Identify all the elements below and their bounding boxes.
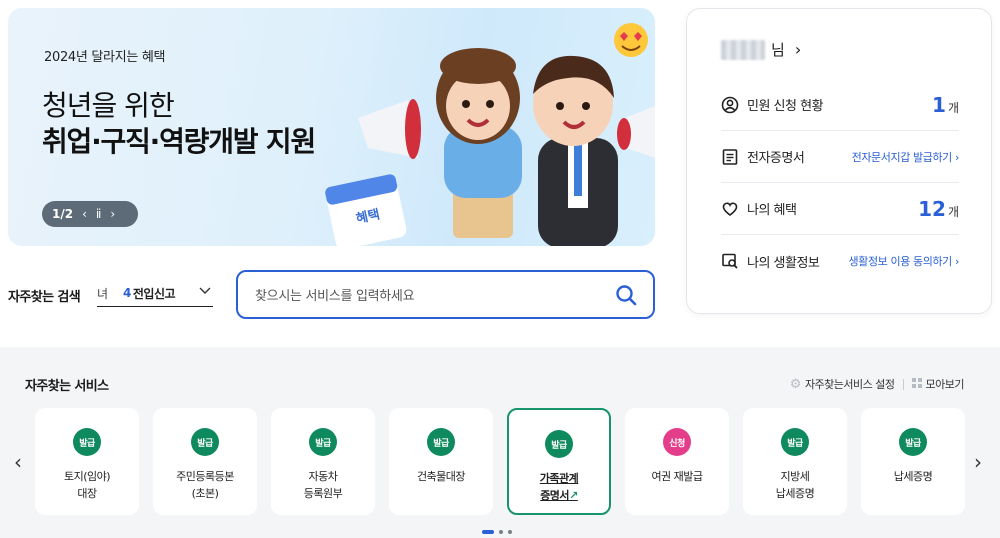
service-name: 자동차 등록원부 <box>303 470 343 500</box>
external-link-icon: ↗ <box>569 489 578 502</box>
profile-panel: 님 › 민원 신청 현황 1개 전자증명서 전자문서지갑 발급하기 › 나의 혜… <box>686 8 992 314</box>
service-name: 건축물대장 <box>416 470 466 483</box>
service-name: 토지(임야) 대장 <box>63 470 111 500</box>
user-name-blurred <box>721 39 765 60</box>
carousel-dot[interactable] <box>499 530 503 534</box>
chevron-right-icon: › <box>794 40 802 59</box>
hero-banner[interactable]: 2024년 달라지는 혜택 청년을 위한 취업·구직·역량개발 지원 혜택 1/… <box>8 8 655 246</box>
row-life-info[interactable]: 나의 생활정보 생활정보 이용 동의하기 › <box>721 235 959 287</box>
chevron-right-icon[interactable]: › <box>974 450 982 474</box>
row-label: 민원 신청 현황 <box>747 99 824 114</box>
grid-icon <box>911 377 922 391</box>
service-name: 지방세 납세증명 <box>775 470 815 500</box>
issue-badge: 발급 <box>191 428 219 456</box>
service-card-tax-payment[interactable]: 발급 납세증명 <box>861 408 965 515</box>
search-box[interactable]: 찾으시는 서비스를 입력하세요 <box>236 270 655 319</box>
services-links: ⚙ 자주찾는서비스 설정 모아보기 <box>790 376 965 392</box>
frequent-search-label: 자주찾는 검색 <box>8 290 81 305</box>
issue-badge: 발급 <box>309 428 337 456</box>
document-icon <box>721 148 739 166</box>
row-label: 나의 생활정보 <box>747 255 820 271</box>
chevron-left-icon[interactable]: ‹ <box>82 207 87 221</box>
user-name-link[interactable]: 님 › <box>721 39 801 60</box>
calendar-icon: 혜택 <box>325 174 407 246</box>
woman-character <box>436 48 522 238</box>
service-name: 여권 재발급 <box>651 470 703 483</box>
man-character <box>533 55 618 246</box>
row-complaint-status[interactable]: 민원 신청 현황 1개 <box>721 79 959 131</box>
page: 2024년 달라지는 혜택 청년을 위한 취업·구직·역량개발 지원 혜택 1/… <box>0 0 1000 538</box>
service-card-building-register[interactable]: 발급 건축물대장 <box>389 408 493 515</box>
carousel-dots <box>482 530 512 534</box>
user-circle-icon <box>721 96 739 114</box>
rank-number: 4 <box>123 286 131 300</box>
row-label: 나의 혜택 <box>747 203 797 218</box>
benefit-count: 12 <box>918 196 946 221</box>
gather-label: 모아보기 <box>925 378 965 391</box>
settings-label: 자주찾는서비스 설정 <box>804 378 895 391</box>
carousel-dot-active[interactable] <box>482 530 494 534</box>
row-label: 전자증명서 <box>747 151 805 166</box>
service-card-vehicle-register[interactable]: 발급 자동차 등록원부 <box>271 408 375 515</box>
service-card-local-tax[interactable]: 발급 지방세 납세증명 <box>743 408 847 515</box>
service-card-passport-reissue[interactable]: 신청 여권 재발급 <box>625 408 729 515</box>
heart-icon <box>721 200 739 218</box>
issue-badge: 발급 <box>899 428 927 456</box>
carousel-dot[interactable] <box>508 530 512 534</box>
service-card-family-relation[interactable]: 발급 가족관계 증명서↗ <box>507 408 611 515</box>
issue-badge: 발급 <box>545 430 573 458</box>
services-settings-link[interactable]: ⚙ 자주찾는서비스 설정 <box>790 376 895 392</box>
user-name-suffix: 님 <box>771 41 785 59</box>
gear-icon: ⚙ <box>789 376 802 392</box>
megaphone-right <box>617 106 655 158</box>
rank-keyword: 전입신고 <box>132 286 176 301</box>
megaphone-left <box>358 99 421 159</box>
heart-eyes-emoji <box>614 23 648 57</box>
life-info-consent-link[interactable]: 생활정보 이용 동의하기 › <box>849 253 960 269</box>
apply-badge: 신청 <box>663 428 691 456</box>
page-indicator: 1/2 <box>52 207 74 221</box>
services-title: 자주찾는 서비스 <box>25 379 109 394</box>
issue-badge: 발급 <box>427 428 455 456</box>
rank-prev-fragment: 녀 <box>97 286 108 301</box>
count-unit: 개 <box>947 204 959 219</box>
issue-badge: 발급 <box>73 428 101 456</box>
service-card-resident-registration[interactable]: 발급 주민등록등본 (초본) <box>153 408 257 515</box>
service-card-land-register[interactable]: 발급 토지(임야) 대장 <box>35 408 139 515</box>
divider <box>902 378 904 390</box>
banner-pager: 1/2 ‹ ⅱ › <box>42 201 138 227</box>
complaint-count: 1 <box>932 92 946 117</box>
chevron-left-icon[interactable]: ‹ <box>14 450 22 474</box>
chevron-right-icon[interactable]: › <box>110 207 115 221</box>
count-unit: 개 <box>947 100 959 115</box>
service-name: 가족관계 증명서↗ <box>539 472 579 502</box>
issue-badge: 발급 <box>781 428 809 456</box>
gather-view-link[interactable]: 모아보기 <box>911 376 965 392</box>
search-doc-icon <box>721 252 739 270</box>
frequent-search-dropdown[interactable]: 녀 4 전입신고 <box>97 280 213 307</box>
search-input[interactable]: 찾으시는 서비스를 입력하세요 <box>255 285 415 304</box>
row-e-certificate[interactable]: 전자증명서 전자문서지갑 발급하기 › <box>721 131 959 183</box>
chevron-down-icon <box>199 284 211 298</box>
service-name: 주민등록등본 (초본) <box>176 470 234 500</box>
e-wallet-issue-link[interactable]: 전자문서지갑 발급하기 › <box>852 149 960 165</box>
search-icon[interactable] <box>615 284 637 310</box>
row-my-benefits[interactable]: 나의 혜택 12 개 <box>721 183 959 235</box>
service-name: 납세증명 <box>893 470 933 483</box>
pause-icon[interactable]: ⅱ <box>96 207 102 221</box>
